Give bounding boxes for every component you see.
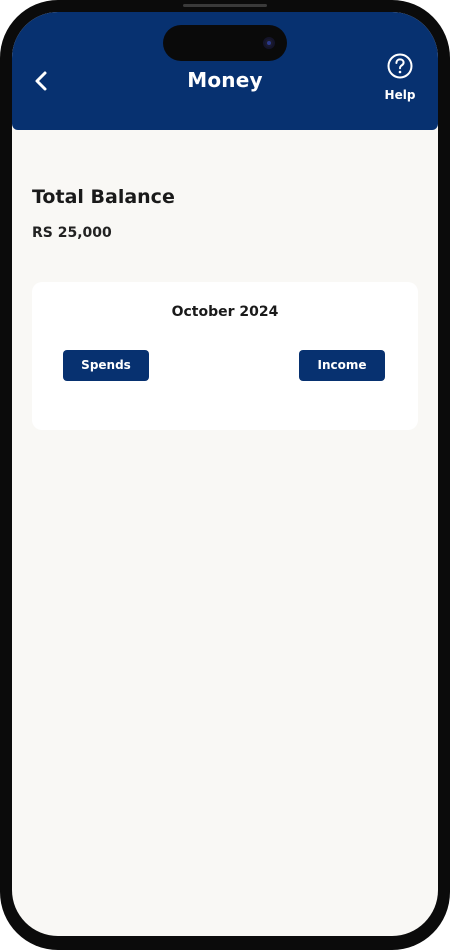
help-label: Help: [384, 88, 416, 102]
chevron-left-icon: [35, 71, 47, 91]
help-button[interactable]: Help: [380, 52, 420, 108]
phone-speaker-line: [183, 4, 267, 7]
income-button[interactable]: Income: [299, 350, 385, 381]
total-balance-amount: RS 25,000: [32, 225, 112, 241]
front-camera-icon: [263, 37, 275, 49]
page-title: Money: [187, 68, 263, 92]
back-button[interactable]: [30, 68, 54, 94]
spends-button[interactable]: Spends: [63, 350, 149, 381]
total-balance-heading: Total Balance: [32, 186, 175, 208]
phone-frame: Money Help Total Balance RS 25,000 Octob…: [0, 0, 450, 950]
month-label: October 2024: [171, 304, 279, 320]
app-screen: Money Help Total Balance RS 25,000 Octob…: [12, 12, 438, 936]
monthly-summary-card: October 2024 Spends Income: [32, 282, 418, 430]
question-circle-icon: [387, 53, 413, 79]
dynamic-island: [163, 25, 287, 61]
